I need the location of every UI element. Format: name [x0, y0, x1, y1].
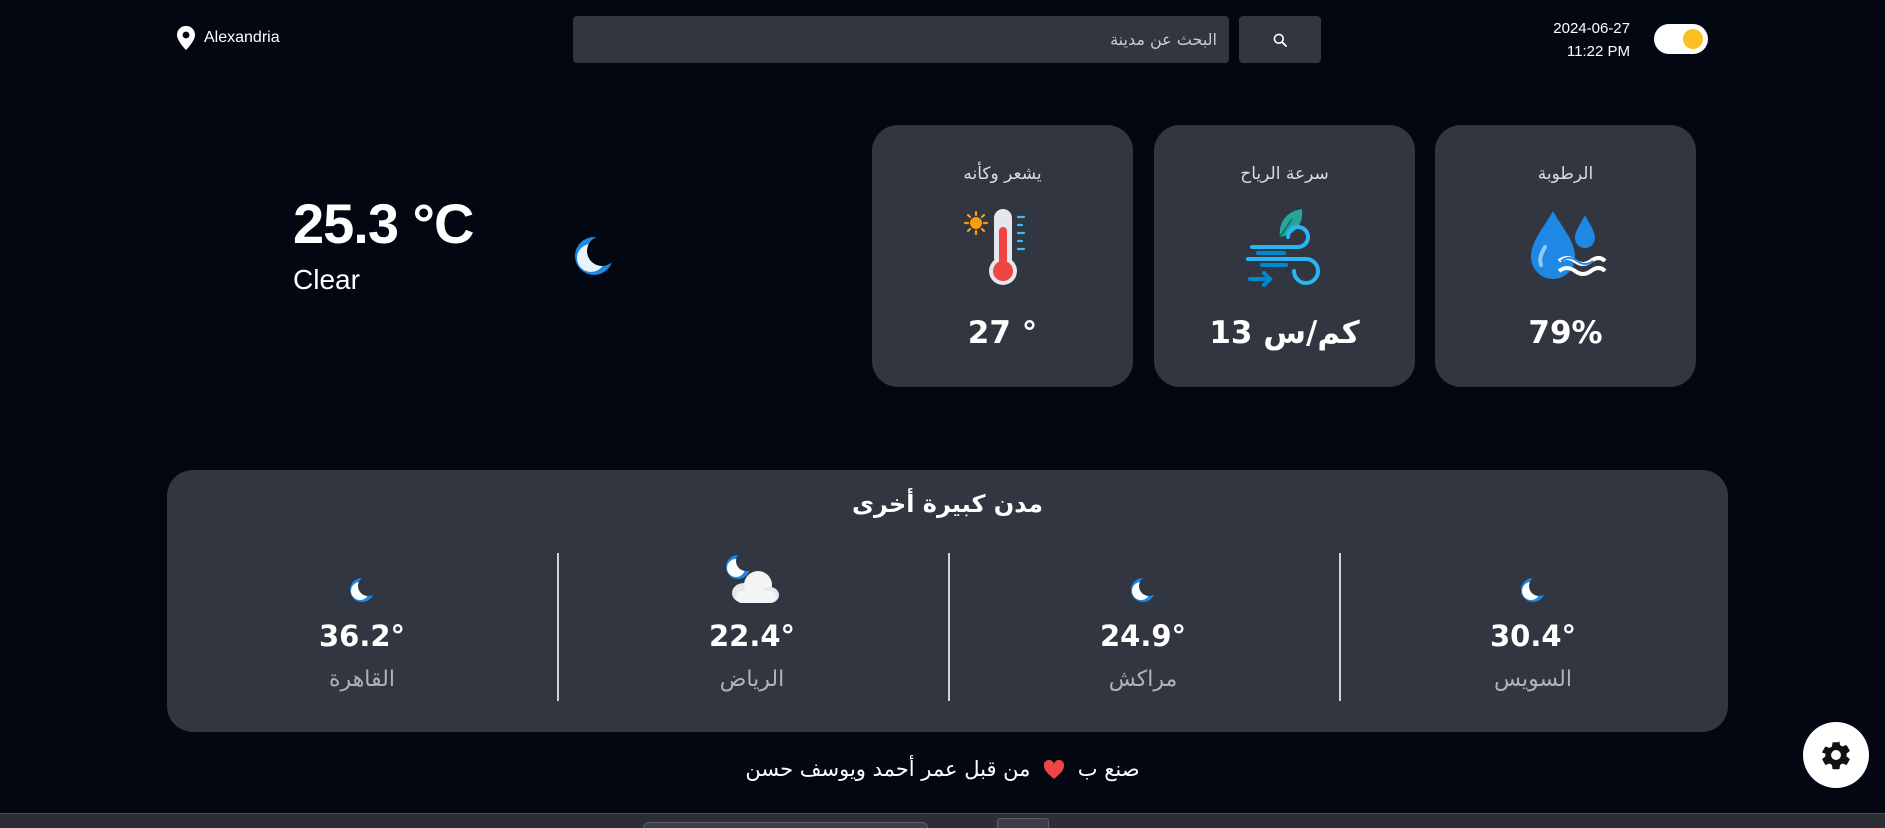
settings-button[interactable]: [1803, 722, 1869, 788]
current-location: Alexandria: [176, 26, 280, 50]
city-temperature: 36.2°: [318, 619, 406, 653]
wind-title: سرعة الرياح: [1240, 164, 1329, 184]
city-name: مراكش: [1108, 667, 1178, 692]
city-temperature: 24.9°: [1099, 619, 1187, 653]
city-name: السويس: [1494, 667, 1572, 692]
city-item[interactable]: 22.4° الرياض: [557, 553, 947, 701]
city-search-input[interactable]: [573, 16, 1229, 63]
divider: [948, 553, 950, 701]
humidity-value: 79%: [1528, 315, 1603, 351]
moon-icon: [1521, 578, 1545, 602]
current-time: 11:22 PM: [1566, 43, 1630, 60]
thermometer-icon: [963, 209, 1026, 285]
bottom-tab: [643, 822, 928, 828]
humidity-title: الرطوبة: [1537, 164, 1594, 184]
heart-icon: [1044, 760, 1065, 779]
footer-credit: صنع ب من قبل عمر أحمد ويوسف حسن: [0, 757, 1885, 781]
current-date: 2024-06-27: [1553, 20, 1630, 37]
bottom-tab: [997, 818, 1049, 828]
other-cities-panel: مدن كبيرة أخرى 30.4° السويس 24.9° مراكش: [167, 470, 1728, 732]
location-name: Alexandria: [204, 29, 280, 46]
current-weather: 25.3 °C Clear: [293, 190, 474, 296]
divider: [557, 553, 559, 701]
humidity-card: الرطوبة 79%: [1435, 125, 1696, 387]
feels-like-value: 27 °: [967, 315, 1038, 351]
city-name: القاهرة: [329, 667, 395, 692]
toggle-knob: [1683, 29, 1703, 49]
cloudy-night-icon: [726, 555, 779, 603]
city-name: الرياض: [719, 667, 785, 692]
divider: [1339, 553, 1341, 701]
date-time: 2024-06-27 11:22 PM: [1530, 17, 1630, 63]
feels-like-title: يشعر وكأنه: [963, 164, 1042, 184]
search-button[interactable]: [1239, 16, 1321, 63]
city-item[interactable]: 24.9° مراكش: [948, 553, 1338, 701]
city-temperature: 22.4°: [708, 619, 796, 653]
wind-card: سرعة الرياح 13 كم/س: [1154, 125, 1415, 387]
other-cities-heading: مدن كبيرة أخرى: [851, 490, 1043, 518]
city-item[interactable]: 30.4° السويس: [1338, 553, 1728, 701]
footer-made-with: صنع ب: [1077, 757, 1140, 781]
city-temperature: 30.4°: [1489, 619, 1577, 653]
moon-icon: [575, 237, 613, 275]
humidity-icon: [1531, 211, 1607, 279]
moon-icon: [1131, 578, 1155, 602]
current-condition: Clear: [293, 264, 360, 295]
bottom-bar: [0, 813, 1885, 828]
top-bar: Alexandria 2024-06-27 11:22 PM: [0, 0, 1885, 78]
wind-icon: [1246, 209, 1320, 287]
location-pin-icon: [177, 26, 195, 50]
footer-authors: من قبل عمر أحمد ويوسف حسن: [745, 757, 1031, 781]
search-icon: [1273, 33, 1287, 47]
city-item[interactable]: 36.2° القاهرة: [167, 553, 557, 701]
wind-value: 13 كم/س: [1209, 315, 1360, 351]
current-temperature: 25.3 °C: [293, 192, 474, 255]
moon-icon: [350, 578, 374, 602]
gear-icon: [1822, 741, 1850, 770]
theme-toggle[interactable]: [1654, 24, 1708, 54]
feels-like-card: يشعر وكأنه 27 °: [872, 125, 1133, 387]
